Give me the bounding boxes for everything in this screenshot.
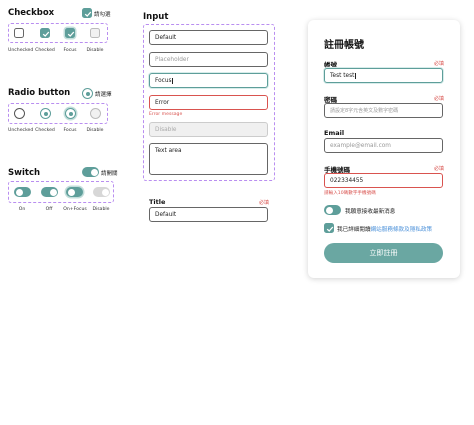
password-required: 必填 — [434, 96, 445, 102]
email-label: Email — [324, 129, 345, 137]
input-focus-value: Focus — [155, 78, 172, 84]
newsletter-label: 我願意接收最新消息 — [345, 209, 396, 215]
checkbox-state-label: Checked — [35, 48, 55, 53]
radio-state-label: Focus — [63, 128, 77, 133]
checkbox-disabled — [90, 28, 100, 38]
terms-checkbox[interactable] — [324, 223, 334, 233]
newsletter-switch[interactable] — [324, 205, 341, 215]
checkbox-checked[interactable] — [40, 28, 50, 38]
text-cursor: ​ — [172, 78, 174, 84]
text-cursor: ​ — [354, 73, 356, 79]
radio-state-label: Checked — [35, 128, 55, 133]
switch-state-label: On — [18, 207, 26, 212]
checkbox-state-label: Focus — [63, 48, 77, 53]
terms-prefix: 我已詳細閱讀 — [337, 227, 371, 233]
checkbox-example-label: 請勾選 — [94, 12, 111, 18]
submit-button[interactable]: 立即註冊 — [324, 243, 443, 263]
input-focus[interactable]: Focus​ — [149, 73, 268, 88]
radio-checked[interactable] — [40, 108, 51, 119]
registration-card: 註冊帳號 帳號 必填 Test test​ 密碼 必填 請設定8字元含英文及數字… — [308, 20, 460, 278]
switch-example-label: 請開關 — [101, 171, 118, 177]
titled-field-input[interactable]: Default — [149, 207, 268, 222]
radio-state-label: Unchecked — [8, 128, 34, 133]
radio-unchecked[interactable] — [14, 108, 25, 119]
radio-state-label: Disable — [86, 128, 104, 133]
input-error-message: Error message — [149, 112, 183, 117]
switch-state-label: Off — [45, 207, 53, 212]
input-disabled: Disable — [149, 122, 268, 137]
account-input-value: Test test — [330, 73, 355, 79]
switch-on[interactable] — [14, 187, 31, 197]
titled-field-required: 必填 — [259, 200, 270, 206]
radio-example[interactable] — [82, 88, 93, 99]
check-icon — [42, 31, 50, 37]
terms-text: 我已詳細閱讀網站服務條款及隱私政策 — [337, 225, 432, 233]
switch-example[interactable] — [82, 167, 99, 177]
textarea[interactable]: Text area — [149, 143, 268, 175]
phone-input[interactable]: 022334455 — [324, 173, 443, 188]
check-icon — [84, 11, 92, 17]
password-input[interactable]: 請設定8字元含英文及數字密碼 — [324, 103, 443, 118]
checkbox-focus[interactable] — [65, 28, 75, 38]
form-title: 註冊帳號 — [324, 40, 364, 51]
radio-section-title: Radio button — [8, 88, 71, 98]
input-placeholder[interactable]: Placeholder — [149, 52, 268, 67]
radio-example-label: 請選擇 — [95, 92, 112, 98]
phone-required: 必填 — [434, 166, 445, 172]
switch-on-focus[interactable] — [66, 187, 83, 197]
switch-disabled — [93, 187, 110, 197]
account-required: 必填 — [434, 61, 445, 67]
switch-off[interactable] — [41, 187, 58, 197]
checkbox-example[interactable] — [82, 8, 92, 18]
switch-section-title: Switch — [8, 168, 41, 178]
check-icon — [326, 226, 334, 232]
terms-link[interactable]: 網站服務條款及隱私政策 — [371, 227, 433, 233]
switch-state-label: On+Focus — [63, 207, 87, 212]
checkbox-state-label: Unchecked — [8, 48, 34, 53]
phone-error-message: 請輸入10碼數字手機號碼 — [324, 191, 376, 196]
radio-focus[interactable] — [65, 108, 76, 119]
checkbox-section-title: Checkbox — [8, 8, 55, 18]
checkbox-unchecked[interactable] — [14, 28, 24, 38]
input-error[interactable]: Error — [149, 95, 268, 110]
email-input[interactable]: example@email.com — [324, 138, 443, 153]
checkbox-state-label: Disable — [86, 48, 104, 53]
input-default[interactable]: Default — [149, 30, 268, 45]
check-icon — [67, 31, 75, 37]
titled-field-title: Title — [149, 198, 166, 206]
account-input[interactable]: Test test​ — [324, 68, 443, 83]
switch-state-label: Disable — [92, 207, 110, 212]
input-section-title: Input — [143, 12, 169, 22]
radio-disabled — [90, 108, 101, 119]
